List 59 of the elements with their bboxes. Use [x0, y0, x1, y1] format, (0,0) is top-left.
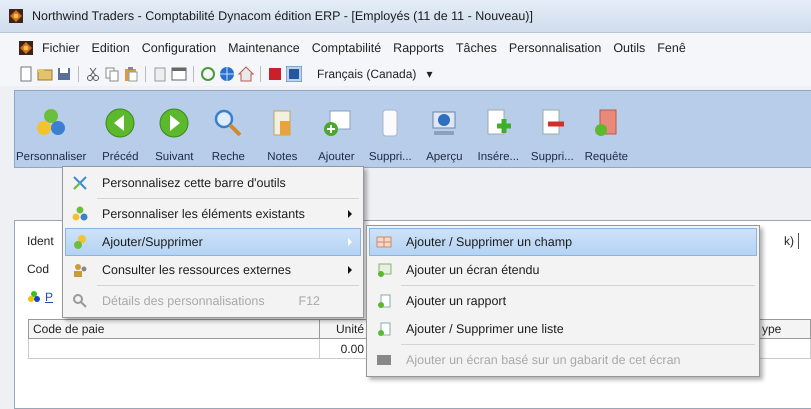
app-logo-icon — [18, 40, 34, 56]
app-logo-icon — [8, 8, 24, 24]
menu-item[interactable]: Ajouter un rapport — [369, 287, 757, 315]
link[interactable]: P — [45, 290, 54, 304]
menu-item[interactable]: Comptabilité — [306, 38, 388, 58]
globe-icon — [219, 66, 235, 82]
toolbar-button[interactable]: Suppri... — [363, 107, 418, 163]
menu-item[interactable]: Ajouter/Supprimer — [65, 228, 361, 256]
home-icon — [238, 66, 254, 82]
field-label: Cod — [27, 262, 50, 276]
document-icon — [18, 66, 34, 82]
column-header[interactable]: Code de paie — [28, 320, 320, 338]
menu-item[interactable]: Fichier — [36, 38, 86, 58]
list-add-icon — [376, 321, 392, 337]
column-header[interactable]: ype — [758, 320, 810, 338]
toolbar-button[interactable]: Reche — [201, 107, 256, 163]
tools-icon — [72, 175, 88, 191]
cluster-icon — [72, 206, 88, 222]
menu-item[interactable]: Consulter les ressources externes — [65, 256, 361, 284]
cluster-icon — [27, 290, 41, 304]
toolbar-button[interactable]: Personnaliser — [15, 107, 88, 163]
folder-icon — [37, 66, 53, 82]
window-icon — [171, 66, 187, 82]
column-header[interactable]: Unité — [320, 320, 368, 338]
toolbar-button[interactable]: Notes — [255, 107, 310, 163]
field-label: k) — [784, 234, 794, 248]
paste-icon — [123, 66, 139, 82]
menu-item[interactable]: Edition — [86, 38, 136, 58]
dropdown-arrow[interactable]: ▾ — [426, 67, 432, 81]
screen-add-icon — [376, 262, 392, 278]
field-grid-icon — [376, 234, 392, 250]
menu-item[interactable]: Ajouter / Supprimer une liste — [369, 315, 757, 343]
toolbar-button[interactable]: Suppri... — [525, 107, 580, 163]
window-title: Northwind Traders - Comptabilité Dynacom édition ERP - [Employés (11 de 11 - Nouveau)] — [32, 9, 533, 23]
cut-icon — [85, 66, 101, 82]
toolbar-button[interactable]: Insére... — [471, 107, 526, 163]
toolbar-button[interactable]: Requête — [579, 107, 634, 163]
magnifier-icon — [72, 293, 88, 309]
menu-item[interactable]: Rapports — [387, 38, 450, 58]
report-add-icon — [376, 293, 392, 309]
menu-item[interactable]: Tâches — [450, 38, 503, 58]
menu-item[interactable]: Personnalisation — [502, 38, 608, 58]
people-icon — [72, 262, 88, 278]
menu-item[interactable]: Personnaliser les éléments existants — [65, 200, 361, 228]
toolbar-button[interactable]: Ajouter — [309, 107, 364, 163]
language-dropdown[interactable]: Français (Canada) — [317, 67, 416, 81]
menu-item[interactable]: Fenê — [651, 38, 692, 58]
menu-item[interactable]: Maintenance — [222, 38, 306, 58]
menu-item[interactable]: Ajouter un écran étendu — [369, 256, 757, 284]
toolbar-button[interactable]: Précéd — [93, 107, 148, 163]
toolbar-button[interactable]: Aperçu — [417, 107, 472, 163]
copy-icon — [104, 66, 120, 82]
menu-item[interactable]: Personnalisez cette barre d'outils — [65, 169, 361, 197]
field-label: Ident — [27, 234, 54, 248]
toolbar-button[interactable]: Suivant — [147, 107, 202, 163]
menu-item[interactable]: Configuration — [136, 38, 222, 58]
save-icon — [56, 66, 72, 82]
menu-item[interactable]: Outils — [607, 38, 652, 58]
menu-item[interactable]: Ajouter / Supprimer un champ — [369, 228, 757, 256]
